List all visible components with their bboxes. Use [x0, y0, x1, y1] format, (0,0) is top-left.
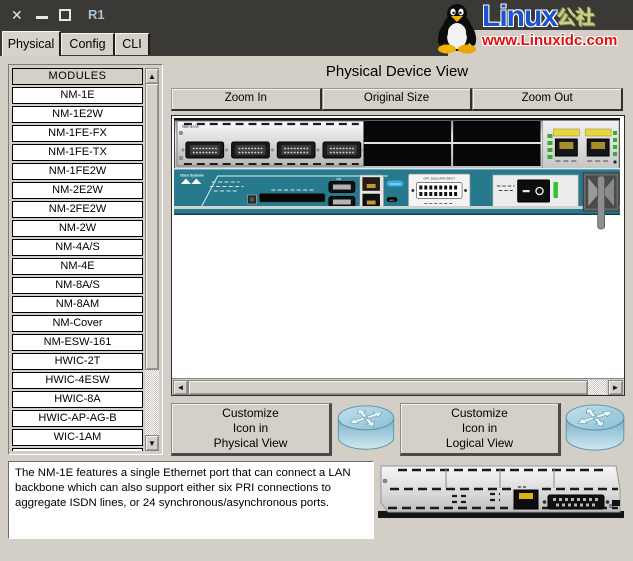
module-item[interactable]: NM-Cover — [12, 315, 143, 332]
router-icon — [565, 404, 625, 451]
scrollbar-thumb[interactable] — [145, 83, 159, 370]
modules-scrollbar[interactable]: ▲ ▼ — [145, 68, 159, 451]
module-description-text[interactable]: The NM-1E features a single Ethernet por… — [8, 461, 374, 539]
svg-text:AUX: AUX — [390, 199, 395, 202]
module-item[interactable]: NM-2E2W — [12, 182, 143, 199]
modules-header: MODULES — [12, 68, 143, 85]
module-item[interactable]: NM-1E — [12, 87, 143, 104]
maximize-icon[interactable] — [59, 9, 71, 21]
usb-ports: USB — [328, 177, 356, 208]
scroll-down-icon[interactable]: ▼ — [145, 435, 159, 451]
router-icon — [337, 405, 395, 450]
ethernet-port — [513, 486, 539, 510]
aux-badge: AUX — [386, 196, 398, 203]
svg-text:USB: USB — [336, 177, 342, 181]
zoom-out-button[interactable]: Zoom Out — [472, 88, 624, 111]
module-item[interactable]: NM-ESW-161 — [12, 334, 143, 351]
zoom-controls: Zoom In Original Size Zoom Out — [171, 88, 624, 111]
module-item[interactable]: NM-2W — [12, 220, 143, 237]
physical-device-view-title: Physical Device View — [325, 63, 469, 80]
zoom-in-button[interactable]: Zoom In — [171, 88, 322, 111]
module-item[interactable]: HWIC-2T — [12, 353, 143, 370]
titlebar: ✕ R1 — [0, 0, 633, 30]
physical-tab-pane: MODULES NM-1E NM-1E2W NM-1FE-FX NM-1FE-TX NM… — [0, 56, 633, 561]
module-item[interactable]: NM-8AM — [12, 296, 143, 313]
scroll-up-icon[interactable]: ▲ — [145, 68, 159, 84]
close-icon[interactable]: ✕ — [11, 7, 23, 23]
window-title: R1 — [88, 7, 105, 22]
scroll-left-icon[interactable]: ◄ — [173, 380, 188, 395]
fastethernet-ports — [542, 120, 620, 169]
router-physical-window: ✕ R1 Linux公社 www.Linuxidc.com Physical C… — [0, 0, 633, 561]
device-view-canvas: NM-4A/S Cisco Systems USB CONSOLE AUX OP… — [171, 115, 625, 396]
power-switch[interactable] — [517, 179, 550, 203]
fe0-1-port — [586, 138, 610, 157]
scrollbar-track[interactable] — [587, 380, 606, 394]
module-item[interactable]: WIC-1AM — [12, 429, 143, 446]
module-item[interactable]: NM-1FE2W — [12, 163, 143, 180]
tab-config[interactable]: Config — [61, 33, 115, 55]
module-item[interactable]: NM-2FE2W — [12, 201, 143, 218]
small-connector — [612, 500, 620, 506]
customize-icon-logical-button[interactable]: Customize Icon in Logical View — [400, 403, 561, 456]
module-item[interactable]: HWIC-8A — [12, 391, 143, 408]
fe0-0-label — [553, 128, 580, 137]
scrollbar-thumb[interactable] — [188, 380, 588, 395]
minimize-icon[interactable] — [36, 7, 48, 19]
module-preview-image — [378, 465, 624, 518]
module-item[interactable]: NM-1FE-FX — [12, 125, 143, 142]
tab-cli[interactable]: CLI — [115, 33, 150, 55]
fe0-0-port — [554, 138, 578, 157]
device-view-hscrollbar[interactable]: ◄ ► — [172, 378, 624, 395]
modules-list: MODULES NM-1E NM-1E2W NM-1FE-FX NM-1FE-TX NM… — [12, 68, 143, 451]
installed-module-nm4as: NM-4A/S — [176, 120, 366, 167]
module-item[interactable]: NM-1FE-TX — [12, 144, 143, 161]
fe0-1-label — [584, 128, 612, 137]
tab-bar: Physical Config CLI — [0, 30, 633, 57]
svg-text:Cisco Systems: Cisco Systems — [180, 173, 204, 177]
original-size-button[interactable]: Original Size — [321, 88, 473, 111]
router-rear-panel-image: NM-4A/S Cisco Systems USB CONSOLE AUX OP… — [174, 118, 620, 230]
module-item[interactable]: NM-1E2W — [12, 106, 143, 123]
console-aux-ports — [359, 174, 384, 210]
module-item[interactable]: NM-8A/S — [12, 277, 143, 294]
module-item[interactable]: HWIC-4ESW — [12, 372, 143, 389]
scroll-right-icon[interactable]: ► — [608, 380, 623, 395]
console-badge: CONSOLE — [386, 180, 404, 187]
power-led — [553, 182, 558, 198]
power-cable — [597, 175, 606, 230]
tab-physical[interactable]: Physical — [2, 31, 61, 57]
modules-panel: MODULES NM-1E NM-1E2W NM-1FE-FX NM-1FE-TX NM… — [8, 64, 163, 455]
module-item[interactable]: NM-4A/S — [12, 239, 143, 256]
module-item[interactable]: NM-4E — [12, 258, 143, 275]
aui-port — [542, 494, 610, 510]
svg-text:OPT. DUAL RPS INPUT: OPT. DUAL RPS INPUT — [423, 176, 455, 180]
svg-text:CONSOLE: CONSOLE — [389, 183, 401, 186]
rps-input-panel: OPT. DUAL RPS INPUT — [408, 173, 471, 209]
power-section — [492, 174, 579, 208]
module-item[interactable]: HWIC-AP-AG-B — [12, 410, 143, 427]
customize-icon-physical-button[interactable]: Customize Icon in Physical View — [171, 403, 332, 456]
module-item-partial[interactable] — [12, 448, 143, 451]
scrollbar-track[interactable] — [145, 369, 159, 437]
